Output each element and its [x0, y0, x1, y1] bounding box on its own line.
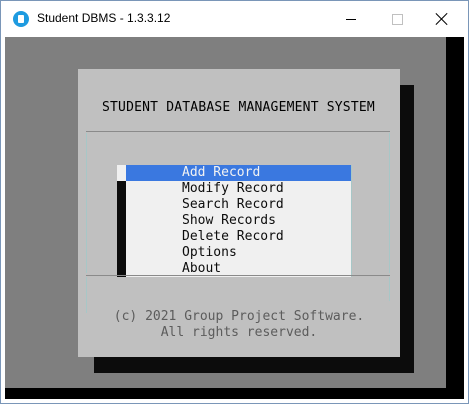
footer-frame-right [389, 277, 390, 301]
main-dialog: STUDENT DATABASE MANAGEMENT SYSTEM Add R… [78, 69, 400, 357]
minimize-icon [346, 18, 356, 20]
app-window: Student DBMS - 1.3.3.12 STUDENT DATABASE… [0, 0, 469, 404]
close-button[interactable] [419, 1, 465, 37]
maximize-icon [391, 13, 403, 25]
menu-item-add-record[interactable]: Add Record [126, 165, 351, 181]
maximize-button[interactable] [374, 1, 420, 37]
minimize-button[interactable] [328, 1, 374, 37]
footer-frame-left [86, 277, 87, 313]
menu-item-modify-record[interactable]: Modify Record [126, 181, 351, 197]
menu-item-show-records[interactable]: Show Records [126, 213, 351, 229]
copyright-text: (c) 2021 Group Project Software. [113, 309, 365, 324]
rights-text: All rights reserved. [160, 325, 318, 340]
menu-shadow [117, 165, 126, 277]
console-background: STUDENT DATABASE MANAGEMENT SYSTEM Add R… [5, 37, 446, 388]
window-title: Student DBMS - 1.3.3.12 [37, 11, 171, 25]
footer-divider [86, 275, 390, 276]
app-icon[interactable] [13, 11, 29, 27]
dialog-title: STUDENT DATABASE MANAGEMENT SYSTEM [102, 100, 375, 115]
frame-right [389, 133, 390, 273]
close-icon [436, 13, 448, 25]
menu-item-options[interactable]: Options [126, 245, 351, 261]
main-menu: Add Record Modify Record Search Record S… [126, 165, 352, 277]
console-area: STUDENT DATABASE MANAGEMENT SYSTEM Add R… [5, 37, 464, 399]
title-divider [86, 131, 390, 132]
frame-left [86, 133, 87, 273]
title-bar[interactable]: Student DBMS - 1.3.3.12 [1, 1, 468, 37]
menu-item-delete-record[interactable]: Delete Record [126, 229, 351, 245]
menu-item-search-record[interactable]: Search Record [126, 197, 351, 213]
